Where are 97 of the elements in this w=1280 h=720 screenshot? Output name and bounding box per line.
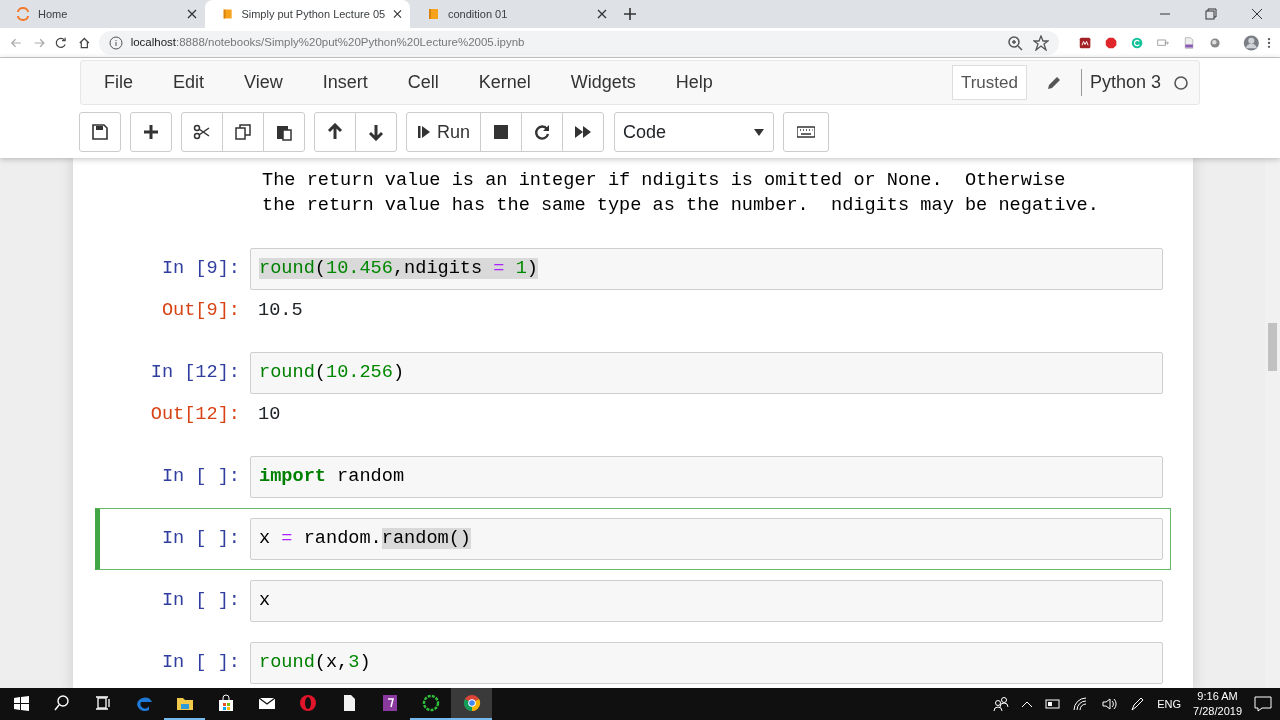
input-prompt: In [ ]: — [160, 527, 241, 552]
input-prompt: In [ ]: — [160, 651, 241, 676]
start-icon — [11, 694, 30, 712]
code-line: round(x,3) — [259, 651, 371, 676]
browser-tab[interactable]: Home — [0, 0, 205, 28]
plus-button[interactable] — [130, 112, 172, 152]
menu-item[interactable]: File — [86, 69, 155, 96]
code-line: x — [259, 589, 271, 614]
book-icon — [221, 7, 234, 21]
code-line: import random — [259, 465, 405, 490]
url-text: localhost:8888/notebooks/Simply%20put%20Python%20Lecture%2005.ipynb — [130, 34, 525, 50]
arrow-down-button[interactable] — [355, 112, 397, 152]
code-line: round(10.456,ndigits = 1) — [259, 257, 539, 282]
output-text: 10.5 — [257, 299, 303, 324]
output-text: 10 — [257, 403, 281, 428]
close-icon[interactable] — [393, 9, 402, 19]
tab-title: condition 01 — [448, 6, 508, 22]
clock-time[interactable]: 9:16 AM — [1193, 689, 1242, 704]
step-icon — [417, 123, 431, 141]
taskbar-button[interactable] — [451, 688, 492, 720]
cut-button[interactable] — [181, 112, 223, 152]
trusted-badge[interactable]: Trusted — [951, 64, 1027, 101]
info-icon — [108, 35, 123, 50]
copy-button[interactable] — [222, 112, 264, 152]
code-line: round(10.256) — [259, 361, 405, 386]
close-icon[interactable] — [1251, 8, 1263, 20]
language-indicator[interactable]: ENG — [1157, 695, 1182, 713]
tab-title: Home — [38, 6, 68, 22]
input-prompt: In [9]: — [160, 257, 241, 282]
book-icon — [426, 7, 440, 21]
stop-button[interactable] — [480, 112, 523, 152]
jupyter-icon — [16, 7, 30, 21]
copy-icon — [234, 123, 252, 141]
star-icon[interactable] — [1032, 34, 1049, 51]
kernel-name: Python 3 — [1080, 69, 1161, 96]
code-input[interactable]: round(x,3) — [250, 642, 1163, 684]
input-prompt: In [ ]: — [160, 589, 241, 614]
menu-item[interactable]: Widgets — [552, 69, 658, 96]
maximize-icon[interactable] — [1205, 8, 1217, 20]
restart-button[interactable] — [521, 112, 564, 152]
volume-icon[interactable] — [1101, 697, 1118, 711]
cut-icon — [193, 123, 211, 141]
code-input[interactable]: x = random.random() — [250, 518, 1163, 560]
paste-icon — [275, 123, 293, 141]
restart-icon — [533, 123, 552, 141]
input-prompt: In [ ]: — [160, 465, 241, 490]
ring-icon — [421, 694, 440, 712]
arrow-down-icon — [367, 123, 385, 141]
browser-tab[interactable]: Simply put Python Lecture 05 — [205, 0, 410, 28]
input-prompt: In [12]: — [149, 361, 241, 386]
caret-icon — [753, 127, 766, 137]
plus-icon — [142, 123, 160, 141]
markdown-text: the return value has the same type as the number. ndigits may be negative. — [262, 194, 1100, 218]
code-line: x = random.random() — [259, 527, 472, 552]
stop-icon — [492, 123, 511, 141]
browser-icon — [462, 694, 481, 712]
address-bar[interactable]: localhost:8888/notebooks/Simply%20put%20Python%20Lecture%2005.ipynb — [98, 30, 1059, 55]
tab-title: Simply put Python Lecture 05 — [241, 6, 386, 22]
menu-item[interactable]: Kernel — [460, 69, 553, 96]
browser-tab[interactable]: condition 01 — [410, 0, 615, 28]
people-icon[interactable] — [993, 696, 1010, 712]
menu-item[interactable]: Edit — [155, 69, 227, 96]
arrow-up-button[interactable] — [314, 112, 356, 152]
menu-item[interactable]: Cell — [389, 69, 461, 96]
arrow-up-icon — [326, 123, 344, 141]
close-icon[interactable] — [187, 9, 197, 19]
clock-date[interactable]: 7/28/2019 — [1193, 704, 1242, 719]
notification-icon[interactable] — [1254, 696, 1272, 712]
task-view-icon — [93, 694, 112, 712]
cell-type-dropdown[interactable]: Code — [614, 112, 775, 152]
menu-item[interactable]: Help — [657, 69, 735, 96]
output-prompt: Out[9]: — [160, 299, 241, 324]
paste-button[interactable] — [263, 112, 305, 152]
run-button[interactable]: Run — [406, 112, 482, 152]
menu-item[interactable]: Insert — [304, 69, 390, 96]
ring-icon — [298, 694, 317, 712]
chevron-up-icon[interactable] — [1021, 699, 1034, 709]
keyboard-button[interactable] — [783, 112, 830, 152]
save-button[interactable] — [79, 112, 121, 152]
zoom-icon[interactable] — [1006, 34, 1023, 51]
markdown-text: The return value is an integer if ndigits is omitted or None. Otherwise — [262, 169, 1067, 193]
output-prompt: Out[12]: — [149, 403, 241, 428]
keyboard-icon — [797, 123, 816, 141]
code-input[interactable]: x — [250, 580, 1163, 622]
search-icon — [52, 694, 71, 712]
code-input[interactable]: round(10.456,ndigits = 1) — [250, 248, 1163, 290]
menu-item[interactable]: View — [226, 69, 305, 96]
code-input[interactable]: import random — [250, 456, 1163, 498]
pen-icon[interactable] — [1129, 696, 1146, 712]
close-icon[interactable] — [597, 9, 607, 19]
fast-forward-button[interactable] — [562, 112, 605, 152]
battery-icon[interactable] — [1045, 698, 1062, 710]
code-input[interactable]: round(10.256) — [250, 352, 1163, 394]
save-icon — [91, 123, 109, 141]
fast-forward-icon — [574, 123, 593, 141]
scrollbar-thumb[interactable] — [1268, 323, 1277, 371]
shopping-bag-icon — [216, 694, 235, 712]
